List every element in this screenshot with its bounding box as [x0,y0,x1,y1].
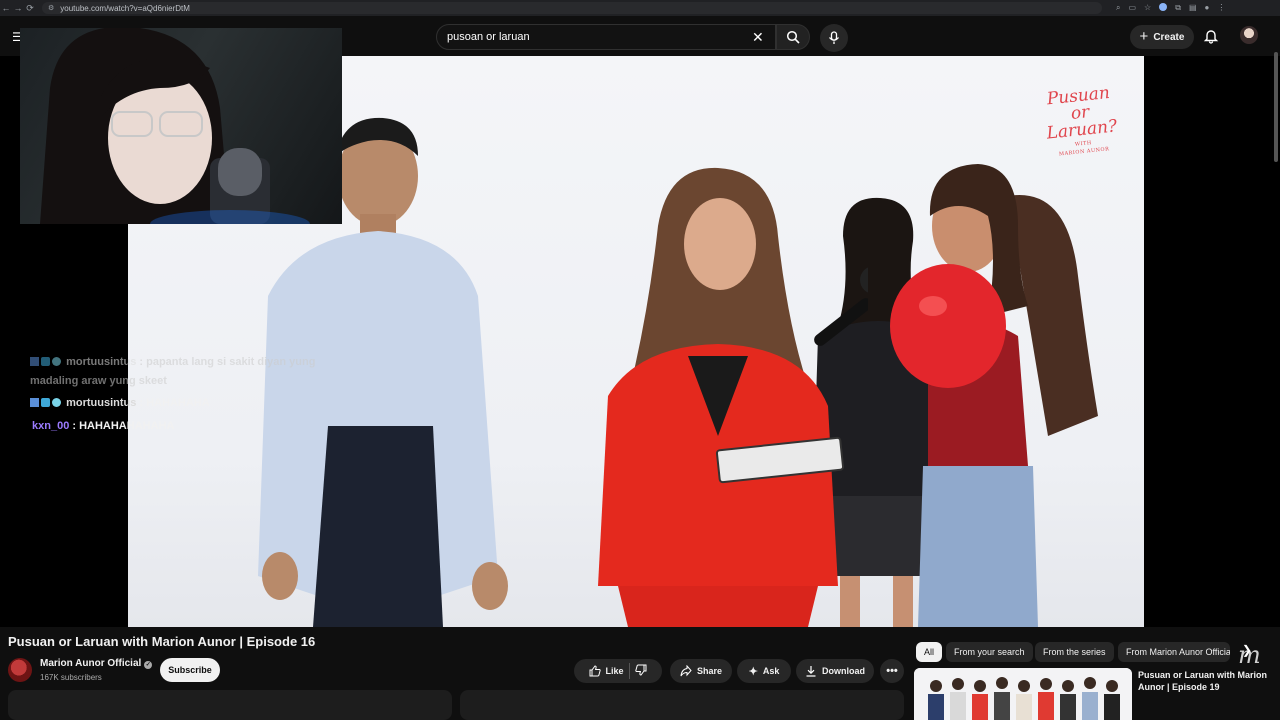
chat-message: kxn_00 : HAHAHAHAHAHA [32,420,174,432]
ask-label: Ask [762,666,780,676]
verified-check-icon: ✓ [144,661,153,669]
browser-toolbar: ← → ⟳ ⚙ youtube.com/watch?v=aQd6nierDtM … [0,0,1280,16]
like-button[interactable]: Like [589,665,624,677]
site-info-icon[interactable]: ⚙ [48,4,54,12]
chat-message: mortuusintus : papanta lang si sakit diy… [30,356,315,368]
recommended-video-thumbnail[interactable] [914,668,1132,720]
plus-icon: + [1139,27,1149,45]
video-person-host [598,167,868,627]
notifications-button[interactable] [1203,28,1219,49]
show-logo: Pusuan or Laruan? WITH MARION AUNOR [1023,82,1139,160]
download-icon [806,666,816,677]
sparkle-icon: ✦ [748,665,758,678]
chat-badge-icon [41,398,50,407]
description-panel[interactable] [8,690,452,720]
chat-text: : papanta lang si sakit diyan yung [136,356,316,368]
reload-icon[interactable]: ⟳ [24,3,36,14]
voice-search-button[interactable] [820,24,848,52]
webcam-person [40,28,310,224]
channel-name-row[interactable]: Marion Aunor Official ✓ [40,658,153,669]
page-scrollbar[interactable] [1274,52,1278,162]
download-label: Download [822,666,865,676]
chevron-right-icon[interactable]: ❯ [1242,643,1252,657]
sidepanel-icon[interactable]: ▤ [1189,3,1197,13]
ask-button[interactable]: ✦ Ask [737,659,791,683]
extensions-puzzle-icon[interactable]: ⧉ [1175,3,1181,13]
chat-message-continuation: madaling araw yung skeet [30,375,167,387]
back-icon[interactable]: ← [0,3,12,13]
extension-icon[interactable] [1159,3,1168,11]
address-text: youtube.com/watch?v=aQd6nierDtM [60,3,190,13]
search-input[interactable]: pusoan or laruan [436,24,776,50]
browser-menu-icon[interactable]: ⋮ [1217,3,1225,13]
cast-icon[interactable]: ▭ [1128,3,1136,13]
subscribe-button[interactable]: Subscribe [160,658,220,682]
forward-icon[interactable]: → [12,3,24,13]
profile-icon[interactable]: ● [1205,3,1210,13]
comments-panel[interactable] [460,690,904,720]
thumbs-down-icon [634,664,646,676]
chat-badge-icon [30,357,39,366]
like-label: Like [605,666,624,676]
search-button[interactable] [776,24,810,50]
thumbnail-group-photo [914,668,1132,720]
chat-text: : HAHAHAHA [136,397,210,409]
dislike-button[interactable] [634,664,647,678]
download-button[interactable]: Download [796,659,874,683]
subscriber-count: 167K subscribers [40,673,102,682]
share-label: Share [696,666,722,676]
recommended-video-title[interactable]: Pusuan or Laruan with Marion Aunor | Epi… [1138,669,1268,693]
bookmark-star-icon[interactable]: ☆ [1144,3,1151,13]
webcam-overlay [20,28,342,224]
chat-username: kxn_00 [32,420,70,432]
account-avatar[interactable] [1240,26,1258,44]
thumbs-up-icon [589,665,602,677]
chat-message: mortuusintus : HAHAHAHA [30,397,210,409]
clear-search-icon[interactable]: ✕ [752,29,764,46]
chat-username: mortuusintus [66,397,137,409]
chat-badge-icon [52,398,61,407]
bell-icon [1203,30,1219,44]
chip-from-your-search[interactable]: From your search [946,642,1033,662]
chat-badge-icon [41,357,50,366]
like-dislike-group: Like [574,659,662,683]
share-icon [680,665,692,677]
video-person-contestant [890,164,1098,627]
microphone-icon [828,31,840,44]
chat-username: mortuusintus [66,356,137,368]
chat-badge-icon [52,357,61,366]
create-label: Create [1153,31,1185,43]
zoom-icon[interactable]: ⌕ [1116,3,1120,13]
video-title: Pusuan or Laruan with Marion Aunor | Epi… [8,634,316,649]
more-actions-button[interactable]: ••• [880,659,904,683]
search-icon [786,30,800,44]
share-button[interactable]: Share [670,659,732,683]
more-horizontal-icon: ••• [886,665,898,677]
chat-text: : HAHAHAHAHAHA [69,420,175,432]
chip-from-the-series[interactable]: From the series [1035,642,1114,662]
address-bar[interactable]: ⚙ youtube.com/watch?v=aQd6nierDtM [42,2,1102,14]
chat-badge-icon [30,398,39,407]
chip-all[interactable]: All [916,642,943,662]
chip-from-channel[interactable]: From Marion Aunor Official [1118,642,1230,662]
like-divider [628,663,630,679]
channel-avatar[interactable] [8,658,32,682]
create-button[interactable]: + Create [1130,25,1194,49]
channel-name[interactable]: Marion Aunor Official [40,658,141,669]
